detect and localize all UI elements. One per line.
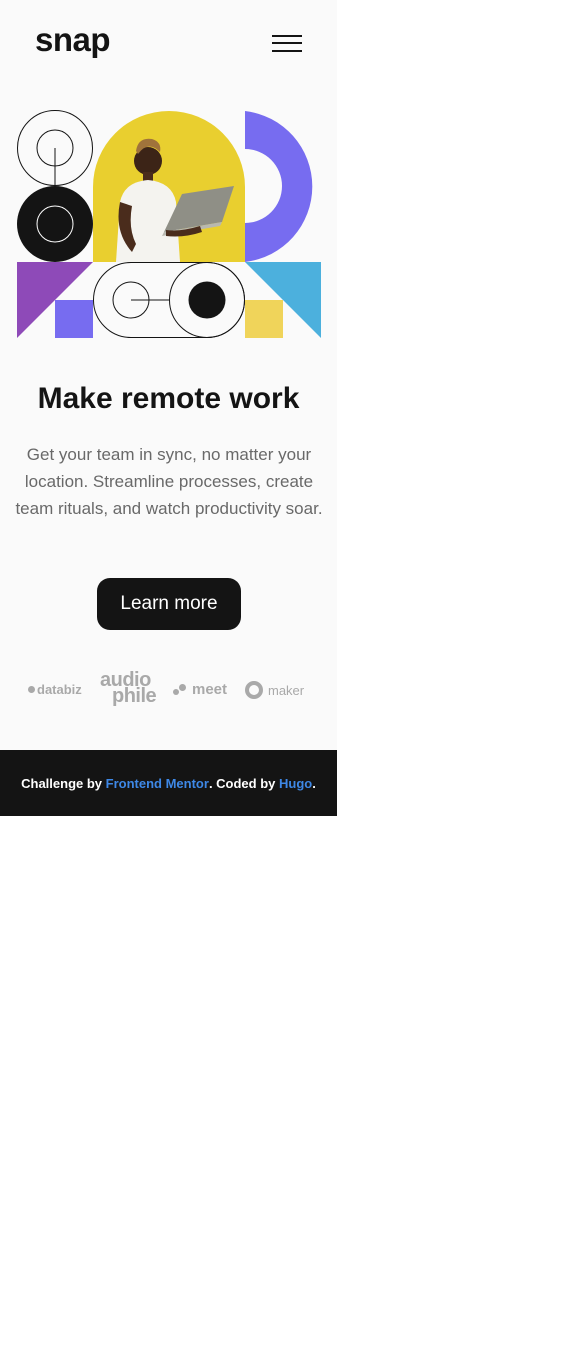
footer-text-prefix: Challenge by [21,775,103,791]
footer-text-middle: . Coded by [208,775,276,791]
maker-logo: maker [245,681,304,699]
menu-bar-bottom [272,50,302,52]
audiophile-label-bottom: phile [112,685,157,707]
menu-bar-middle [272,42,302,44]
purple-square-shape [55,300,93,338]
logo[interactable]: snap [35,22,111,58]
hero-description: Get your team in sync, no matter your lo… [15,445,323,518]
client-logos: databiz audio phile meet maker [28,670,310,708]
pill-shape [93,262,245,338]
hero-illustration [17,110,321,338]
meet-dots-icon [173,683,186,696]
meet-label: meet [192,681,228,698]
audiophile-logo: audio phile [100,670,157,707]
site-header: snap [0,0,337,90]
author-link[interactable]: Hugo [279,776,312,791]
frontend-mentor-link[interactable]: Frontend Mentor [106,776,209,791]
menu-bar-top [272,35,302,37]
databiz-label: databiz [37,682,82,697]
footer-text-suffix: . [312,775,316,791]
outlined-circle-shape [17,110,93,187]
site-footer: Challenge by Frontend Mentor. Coded by H… [0,750,337,816]
page-title: Make remote work [37,382,300,415]
page: snap Make remote work Get your team in s… [0,0,337,816]
databiz-logo: databiz [28,682,82,697]
purple-half-ring-shape [245,111,313,262]
maker-label: maker [268,682,305,698]
black-circle-shape [17,186,93,262]
meet-logo: meet [173,681,227,698]
databiz-dot-icon [28,686,35,693]
hamburger-menu-icon[interactable] [272,34,303,54]
yellow-square-shape [245,300,283,338]
hero-photo [93,111,245,262]
maker-ring-icon [245,681,263,699]
learn-more-button[interactable]: Learn more [97,578,241,630]
